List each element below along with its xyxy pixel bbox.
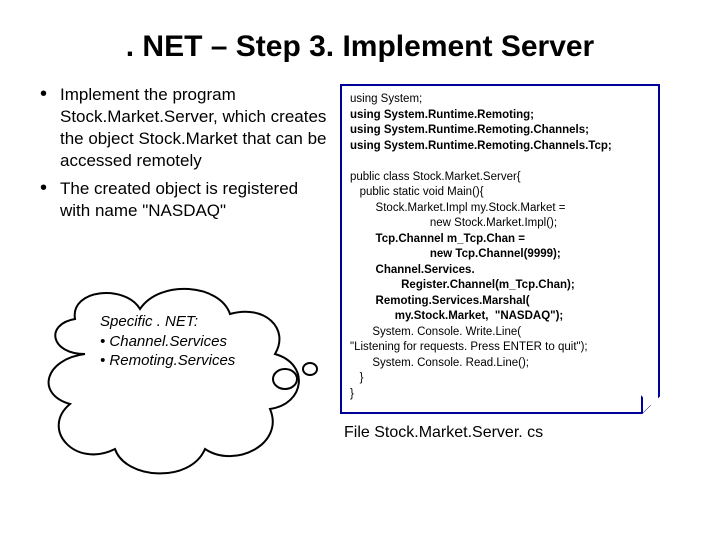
code-line: my.Stock.Market, "NASDAQ");	[350, 310, 563, 322]
cloud-icon	[30, 274, 330, 494]
cloud-callout: Specific . NET: • Channel.Services • Rem…	[30, 274, 330, 494]
slide-title: . NET – Step 3. Implement Server	[40, 30, 680, 64]
cloud-text: Specific . NET: • Channel.Services • Rem…	[100, 312, 235, 371]
left-column: Implement the program Stock.Market.Serve…	[40, 84, 330, 231]
code-line: Tcp.Channel m_Tcp.Chan =	[350, 233, 525, 245]
cloud-heading: Specific . NET:	[100, 312, 235, 332]
page-fold-icon	[641, 395, 659, 413]
bullet-item: Implement the program Stock.Market.Serve…	[40, 84, 330, 172]
cloud-item: • Channel.Services	[100, 332, 235, 352]
slide: . NET – Step 3. Implement Server Impleme…	[0, 0, 720, 540]
code-line: public class Stock.Market.Server{	[350, 171, 521, 183]
code-line: new Stock.Market.Impl();	[350, 217, 557, 229]
cloud-item: • Remoting.Services	[100, 351, 235, 371]
right-column: using System; using System.Runtime.Remot…	[340, 84, 680, 442]
bullet-list: Implement the program Stock.Market.Serve…	[40, 84, 330, 223]
bullet-item: The created object is registered with na…	[40, 178, 330, 222]
code-line: }	[350, 388, 354, 400]
code-line: using System.Runtime.Remoting;	[350, 109, 534, 121]
code-line: public static void Main(){	[350, 186, 484, 198]
code-line: Register.Channel(m_Tcp.Chan);	[350, 279, 575, 291]
code-line: "Listening for requests. Press ENTER to …	[350, 341, 588, 353]
code-line: using System.Runtime.Remoting.Channels.T…	[350, 140, 612, 152]
code-line: new Tcp.Channel(9999);	[350, 248, 561, 260]
file-caption: File Stock.Market.Server. cs	[344, 424, 680, 442]
code-box: using System; using System.Runtime.Remot…	[340, 84, 660, 414]
code-line: System. Console. Read.Line();	[350, 357, 529, 369]
code-line: }	[350, 372, 363, 384]
content-row: Implement the program Stock.Market.Serve…	[40, 84, 680, 442]
code-line: Channel.Services.	[350, 264, 475, 276]
code-line: using System.Runtime.Remoting.Channels;	[350, 124, 589, 136]
code-line: Remoting.Services.Marshal(	[350, 295, 530, 307]
code-line: System. Console. Write.Line(	[350, 326, 521, 338]
code-line: using System;	[350, 93, 422, 105]
code-line: Stock.Market.Impl my.Stock.Market =	[350, 202, 565, 214]
